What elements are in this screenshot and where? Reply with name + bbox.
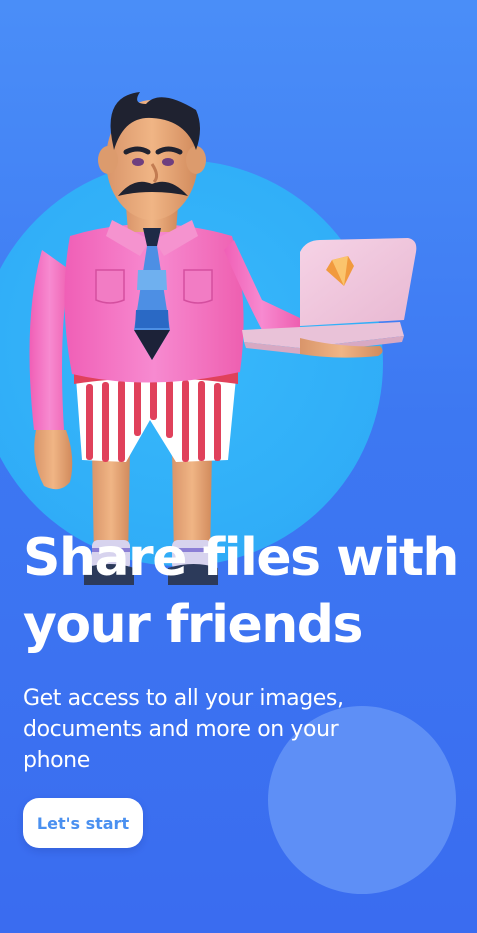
man-with-laptop-illustration (29, 92, 417, 585)
lets-start-button[interactable]: Let's start (23, 798, 143, 848)
onboarding-screen: Share files with your friends Get access… (0, 0, 477, 933)
subtitle: Get access to all your images, documents… (23, 686, 344, 773)
headline: Share files with your friends (23, 528, 459, 655)
